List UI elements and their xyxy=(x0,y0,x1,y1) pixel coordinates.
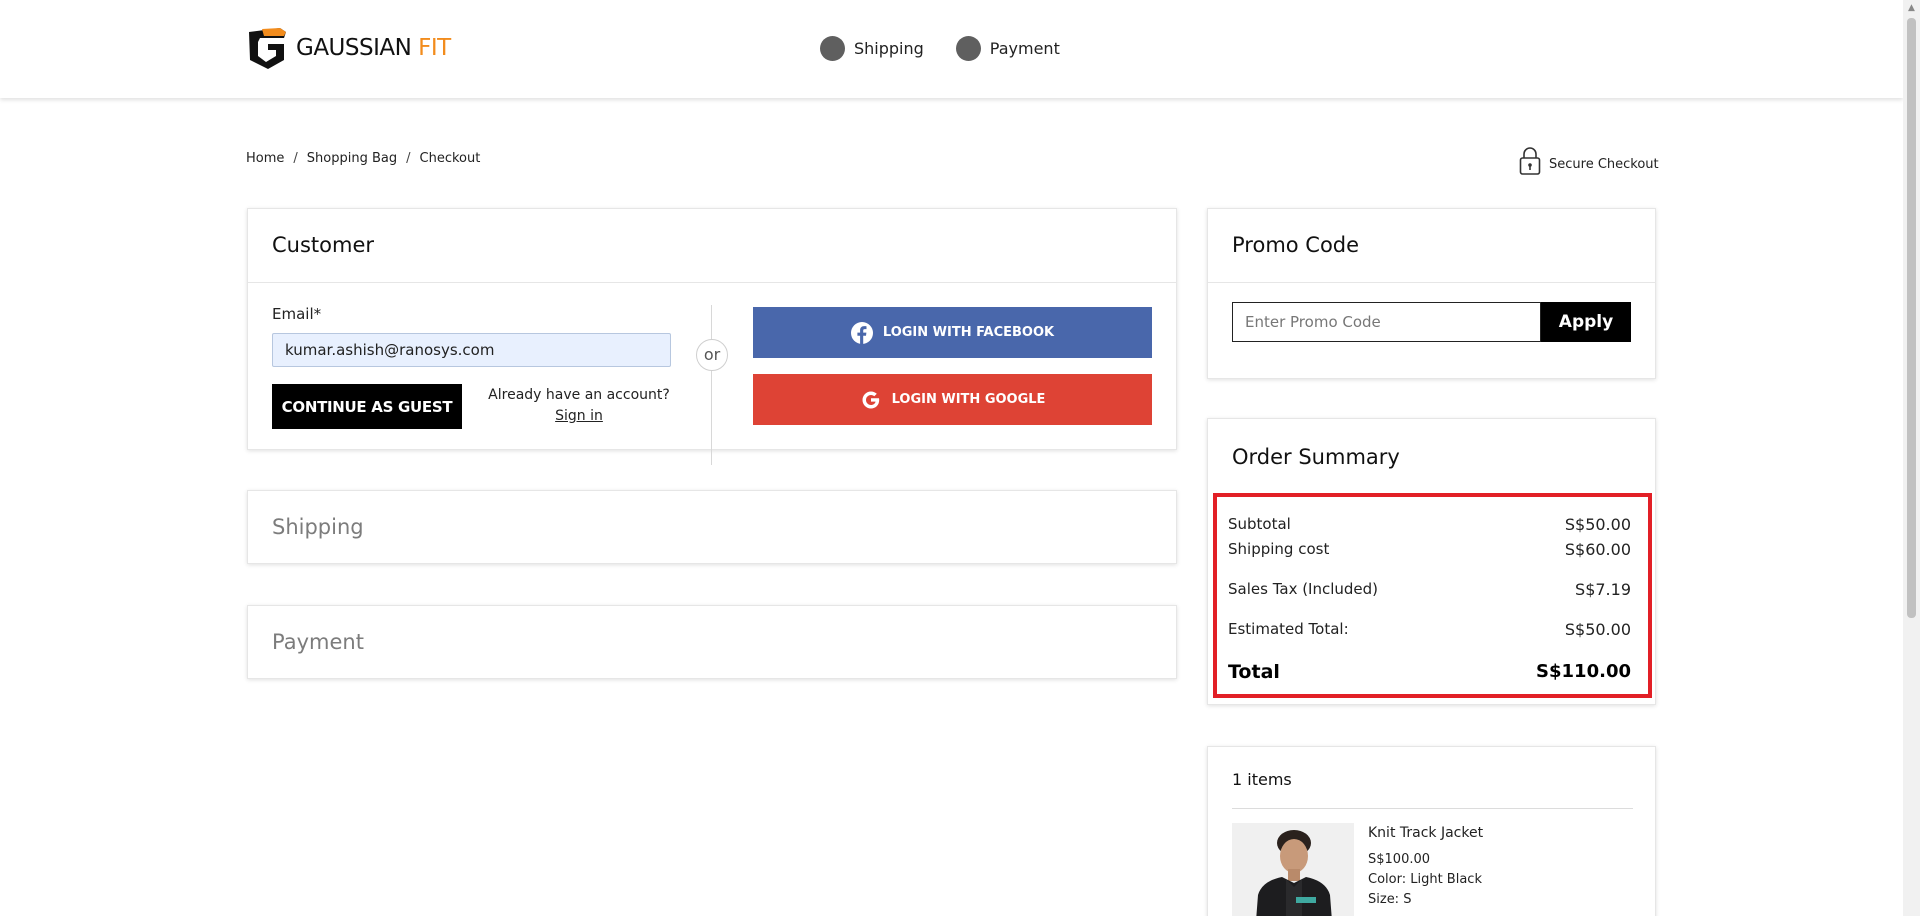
items-count: 1 items xyxy=(1232,770,1292,789)
lock-icon xyxy=(1519,147,1541,175)
total-label: Total xyxy=(1228,661,1280,683)
email-field[interactable]: kumar.ashish@ranosys.com xyxy=(272,333,671,367)
payment-title: Payment xyxy=(272,630,364,654)
have-account-text: Already have an account? xyxy=(488,387,670,403)
scroll-up-arrow-icon[interactable]: ▲ xyxy=(1903,0,1920,17)
sign-in-link[interactable]: Sign in xyxy=(484,406,674,427)
order-summary-title: Order Summary xyxy=(1232,445,1400,469)
scroll-thumb[interactable] xyxy=(1907,18,1916,618)
breadcrumb-checkout: Checkout xyxy=(419,151,481,166)
continue-as-guest-button[interactable]: CONTINUE AS GUEST xyxy=(272,384,462,429)
summary-label: Sales Tax (Included) xyxy=(1228,580,1379,598)
summary-row-tax: Sales Tax (Included) S$7.19 xyxy=(1228,580,1631,599)
google-icon xyxy=(862,391,879,408)
or-divider: or xyxy=(696,339,728,371)
shipping-section[interactable]: Shipping xyxy=(247,490,1177,564)
shipping-title: Shipping xyxy=(272,515,364,539)
summary-row-shipping: Shipping cost S$60.00 xyxy=(1228,540,1631,559)
divider xyxy=(248,282,1176,283)
breadcrumb-shopping-bag[interactable]: Shopping Bag xyxy=(307,151,397,166)
summary-value: S$7.19 xyxy=(1575,580,1631,599)
summary-label: Subtotal xyxy=(1228,515,1291,533)
login-with-google-button[interactable]: LOGIN WITH GOOGLE xyxy=(753,374,1152,425)
customer-card: Customer Email* kumar.ashish@ranosys.com… xyxy=(247,208,1177,465)
facebook-icon xyxy=(850,321,873,344)
step-label: Shipping xyxy=(854,39,924,58)
logo-mark-icon xyxy=(249,28,286,69)
breadcrumb-separator: / xyxy=(293,151,298,166)
step-shipping: Shipping xyxy=(820,36,924,61)
logo-text: GAUSSIAN FIT xyxy=(296,35,451,61)
apply-promo-button[interactable]: Apply xyxy=(1541,302,1631,342)
email-label: Email* xyxy=(272,305,322,323)
google-button-label: LOGIN WITH GOOGLE xyxy=(891,392,1046,407)
logo[interactable]: GAUSSIAN FIT xyxy=(246,26,451,70)
divider xyxy=(1208,282,1655,283)
product-color: Color: Light Black xyxy=(1368,872,1482,887)
login-with-facebook-button[interactable]: LOGIN WITH FACEBOOK xyxy=(753,307,1152,358)
header: GAUSSIAN FIT Shipping Payment xyxy=(0,0,1903,98)
product-photo xyxy=(1232,823,1354,916)
cart-items-card: 1 items Knit Track Jacket S$100.00 Color… xyxy=(1207,746,1656,916)
summary-row-estimated-total: Estimated Total: S$50.00 xyxy=(1228,620,1631,639)
product-price: S$100.00 xyxy=(1368,852,1431,867)
breadcrumb: Home / Shopping Bag / Checkout xyxy=(246,151,480,166)
step-label: Payment xyxy=(989,39,1060,58)
secure-checkout-label: Secure Checkout xyxy=(1549,156,1659,172)
step-payment: Payment xyxy=(955,36,1060,61)
total-value: S$110.00 xyxy=(1536,661,1631,682)
summary-label: Estimated Total: xyxy=(1228,620,1349,638)
product-size: Size: S xyxy=(1368,892,1412,907)
product-image xyxy=(1232,823,1354,916)
product-name[interactable]: Knit Track Jacket xyxy=(1368,825,1483,841)
order-summary-card: Order Summary Subtotal S$50.00 Shipping … xyxy=(1207,418,1656,705)
step-indicator-icon xyxy=(820,36,845,61)
breadcrumb-home[interactable]: Home xyxy=(246,151,284,166)
checkout-steps: Shipping Payment xyxy=(820,36,1092,61)
summary-row-subtotal: Subtotal S$50.00 xyxy=(1228,515,1631,534)
summary-value: S$50.00 xyxy=(1564,620,1631,639)
payment-section[interactable]: Payment xyxy=(247,605,1177,679)
summary-value: S$50.00 xyxy=(1564,515,1631,534)
page-scrollbar[interactable]: ▲ xyxy=(1903,0,1920,916)
summary-row-total: Total S$110.00 xyxy=(1228,661,1631,683)
divider xyxy=(1232,808,1633,809)
secure-checkout: Secure Checkout xyxy=(1519,146,1659,176)
facebook-button-label: LOGIN WITH FACEBOOK xyxy=(882,325,1055,340)
promo-title: Promo Code xyxy=(1232,233,1360,257)
breadcrumb-separator: / xyxy=(406,151,411,166)
summary-value: S$60.00 xyxy=(1564,540,1631,559)
promo-code-card: Promo Code Apply xyxy=(1207,208,1656,379)
or-divider-line xyxy=(711,305,712,465)
summary-label: Shipping cost xyxy=(1228,540,1330,558)
customer-title: Customer xyxy=(272,233,375,257)
step-indicator-icon xyxy=(955,36,981,61)
promo-code-input[interactable] xyxy=(1232,302,1541,342)
sign-in-prompt: Already have an account? Sign in xyxy=(484,385,674,427)
product-info: Knit Track Jacket S$100.00 Color: Light … xyxy=(1368,825,1483,912)
